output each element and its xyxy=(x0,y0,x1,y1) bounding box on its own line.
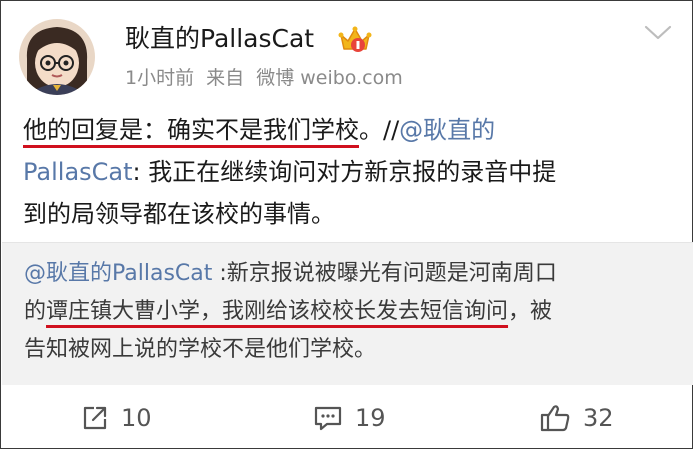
like-button[interactable]: 32 xyxy=(539,393,614,443)
post-line-1: 他的回复是：确实不是我们学校。//@耿直的 xyxy=(23,109,673,151)
highlighted-quote: 谭庄镇大曹小学，我刚给该校校长发去短信询问 xyxy=(46,299,509,324)
highlighted-reply: 他的回复是：确实不是我们学校 xyxy=(23,116,359,144)
quote-line-2: 的谭庄镇大曹小学，我刚给该校校长发去短信询问，被 xyxy=(24,293,679,331)
comment-button[interactable]: 19 xyxy=(313,393,386,443)
post-source[interactable]: 微博 weibo.com xyxy=(256,67,403,89)
quoted-post[interactable]: @耿直的PallasCat :新京报说被曝光有问题是河南周口 的谭庄镇大曹小学，… xyxy=(2,242,693,385)
post-text-segment: 到的局领导都在该校的事情。 xyxy=(23,200,335,228)
quoted-post-text: @耿直的PallasCat :新京报说被曝光有问题是河南周口 的谭庄镇大曹小学，… xyxy=(24,255,679,369)
avatar[interactable] xyxy=(19,19,95,95)
quote-line-1: @耿直的PallasCat :新京报说被曝光有问题是河南周口 xyxy=(24,255,679,293)
repost-icon xyxy=(83,406,107,430)
action-bar: 10 19 32 xyxy=(1,393,693,443)
comment-count: 19 xyxy=(355,404,386,432)
quote-text-segment: :新京报说被曝光有问题是河南周口 xyxy=(212,261,557,286)
mention-link[interactable]: @耿直的 xyxy=(399,116,495,144)
cartoon-avatar-icon xyxy=(19,19,95,95)
post-line-2: PallasCat: 我正在继续询问对方新京报的录音中提 xyxy=(23,151,673,193)
quote-text-segment: 的 xyxy=(24,299,47,324)
quote-line-3: 告知被网上说的学校不是他们学校。 xyxy=(24,331,679,369)
post-meta: 1小时前 来自 微博 weibo.com xyxy=(125,64,409,92)
author-name[interactable]: 耿直的PallasCat xyxy=(125,21,314,57)
post-text-segment: 。// xyxy=(359,116,400,144)
post-menu-button[interactable] xyxy=(642,23,674,43)
post-time[interactable]: 1小时前 xyxy=(125,67,194,89)
quoted-author-link[interactable]: @耿直的PallasCat xyxy=(24,261,212,286)
post-line-3: 到的局领导都在该校的事情。 xyxy=(23,193,673,235)
thumbs-up-icon xyxy=(540,405,570,432)
mention-link[interactable]: PallasCat xyxy=(23,158,133,186)
vip-crown-badge-icon[interactable] xyxy=(338,25,372,55)
repost-count: 10 xyxy=(121,404,152,432)
quote-text-segment: 告知被网上说的学校不是他们学校。 xyxy=(24,337,377,362)
like-count: 32 xyxy=(583,404,614,432)
weibo-post-card: 耿直的PallasCat 1小时前 来自 微博 weibo.com 他的回复是：… xyxy=(0,0,693,449)
post-text: 他的回复是：确实不是我们学校。//@耿直的 PallasCat: 我正在继续询问… xyxy=(23,109,673,235)
source-prefix: 来自 xyxy=(206,67,245,89)
quote-text-segment: ，被 xyxy=(508,299,553,324)
post-text-segment: : 我正在继续询问对方新京报的录音中提 xyxy=(132,158,557,186)
chevron-down-icon xyxy=(644,25,672,40)
repost-button[interactable]: 10 xyxy=(81,393,152,443)
comment-icon xyxy=(314,406,342,431)
